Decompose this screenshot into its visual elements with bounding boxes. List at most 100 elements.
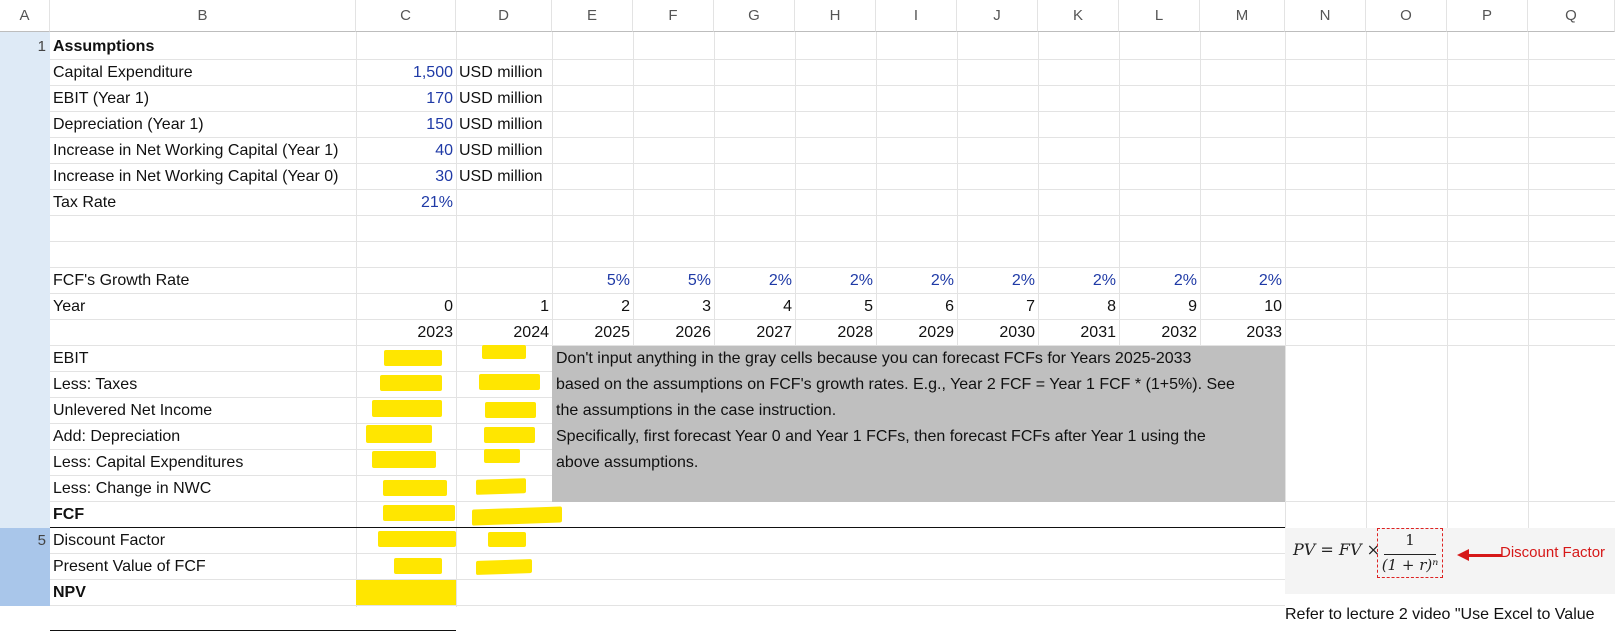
fcf-row-label[interactable]: Discount Factor <box>50 528 356 554</box>
assumption-unit[interactable]: USD million <box>456 164 552 190</box>
fcf-row-label[interactable]: Less: Taxes <box>50 372 356 398</box>
calendar-year-cell[interactable]: 2028 <box>795 320 876 346</box>
year-index-cell[interactable]: 5 <box>795 294 876 320</box>
highlight-mark[interactable] <box>488 532 526 547</box>
calendar-year-cell[interactable]: 2026 <box>633 320 714 346</box>
refer-lecture-text[interactable]: Refer to lecture 2 video "Use Excel to V… <box>1285 606 1595 624</box>
assumption-value[interactable]: 150 <box>356 112 456 138</box>
growth-rate-cell[interactable]: 2% <box>1200 268 1285 294</box>
col-header-A[interactable]: A <box>0 0 50 32</box>
col-header-D[interactable]: D <box>456 0 552 32</box>
assumption-value[interactable]: 21% <box>356 190 456 216</box>
highlight-mark[interactable] <box>380 375 442 391</box>
fcf-row-label[interactable]: Unlevered Net Income <box>50 398 356 424</box>
year-index-cell[interactable]: 8 <box>1038 294 1119 320</box>
calendar-year-cell[interactable]: 2029 <box>876 320 957 346</box>
growth-rate-cell[interactable]: 5% <box>633 268 714 294</box>
year-index-cell[interactable]: 9 <box>1119 294 1200 320</box>
highlight-mark[interactable] <box>378 531 456 547</box>
assumption-value[interactable]: 1,500 <box>356 60 456 86</box>
assumption-label[interactable]: Capital Expenditure <box>50 60 356 86</box>
assumption-unit[interactable]: USD million <box>456 112 552 138</box>
assumption-label[interactable]: EBIT (Year 1) <box>50 86 356 112</box>
highlight-mark[interactable] <box>476 559 532 575</box>
growth-rate-cell[interactable]: 2% <box>1119 268 1200 294</box>
calendar-year-cell[interactable]: 2025 <box>552 320 633 346</box>
col-header-J[interactable]: J <box>957 0 1038 32</box>
year-index-cell[interactable]: 0 <box>356 294 456 320</box>
highlight-mark[interactable] <box>485 402 536 418</box>
col-header-P[interactable]: P <box>1447 0 1528 32</box>
col-header-B[interactable]: B <box>50 0 356 32</box>
growth-rate-label[interactable]: FCF's Growth Rate <box>50 268 356 294</box>
year-index-cell[interactable]: 4 <box>714 294 795 320</box>
calendar-year-cell[interactable]: 2024 <box>456 320 552 346</box>
calendar-year-cell[interactable]: 2031 <box>1038 320 1119 346</box>
highlight-mark[interactable] <box>484 427 535 443</box>
assumption-value[interactable]: 40 <box>356 138 456 164</box>
assumption-value[interactable]: 170 <box>356 86 456 112</box>
col-header-M[interactable]: M <box>1200 0 1285 32</box>
year-index-cell[interactable]: 2 <box>552 294 633 320</box>
col-header-C[interactable]: C <box>356 0 456 32</box>
highlight-mark[interactable] <box>384 350 442 366</box>
fcf-row-label[interactable]: FCF <box>50 502 356 528</box>
highlight-mark[interactable] <box>372 400 442 417</box>
assumption-label[interactable]: Increase in Net Working Capital (Year 1) <box>50 138 356 164</box>
row-header-5[interactable]: 5 <box>0 528 50 554</box>
year-index-cell[interactable]: 3 <box>633 294 714 320</box>
col-header-H[interactable]: H <box>795 0 876 32</box>
col-header-E[interactable]: E <box>552 0 633 32</box>
col-header-I[interactable]: I <box>876 0 957 32</box>
growth-rate-cell[interactable]: 5% <box>552 268 633 294</box>
fcf-row-label[interactable]: Add: Depreciation <box>50 424 356 450</box>
assumption-label[interactable]: Tax Rate <box>50 190 356 216</box>
fcf-row-label[interactable]: EBIT <box>50 346 356 372</box>
calendar-year-cell[interactable]: 2030 <box>957 320 1038 346</box>
npv-input-cell[interactable] <box>356 580 456 605</box>
highlight-mark[interactable] <box>383 480 447 496</box>
row-header-1[interactable]: 1 <box>0 34 50 60</box>
calendar-year-cell[interactable]: 2032 <box>1119 320 1200 346</box>
growth-rate-cell[interactable]: 2% <box>957 268 1038 294</box>
year-index-cell[interactable]: 10 <box>1200 294 1285 320</box>
fcf-row-label[interactable]: NPV <box>50 580 356 606</box>
formula-image[interactable] <box>1285 528 1615 594</box>
highlight-mark[interactable] <box>476 478 526 495</box>
growth-rate-cell[interactable]: 2% <box>876 268 957 294</box>
highlight-mark[interactable] <box>482 345 526 359</box>
assumption-unit[interactable]: USD million <box>456 138 552 164</box>
col-header-G[interactable]: G <box>714 0 795 32</box>
col-header-L[interactable]: L <box>1119 0 1200 32</box>
highlight-mark[interactable] <box>394 558 442 574</box>
highlight-mark[interactable] <box>372 451 436 468</box>
col-header-F[interactable]: F <box>633 0 714 32</box>
year-index-cell[interactable]: 7 <box>957 294 1038 320</box>
highlight-mark[interactable] <box>366 425 432 443</box>
assumption-unit[interactable]: USD million <box>456 86 552 112</box>
year-index-cell[interactable]: 1 <box>456 294 552 320</box>
calendar-year-cell[interactable]: 2023 <box>356 320 456 346</box>
col-header-O[interactable]: O <box>1366 0 1447 32</box>
col-header-K[interactable]: K <box>1038 0 1119 32</box>
assumption-value[interactable]: 30 <box>356 164 456 190</box>
fcf-row-label[interactable]: Less: Capital Expenditures <box>50 450 356 476</box>
row-header-strip[interactable] <box>0 32 50 602</box>
highlight-mark[interactable] <box>472 506 562 526</box>
fcf-row-label[interactable]: Present Value of FCF <box>50 554 356 580</box>
growth-rate-cell[interactable]: 2% <box>1038 268 1119 294</box>
col-header-N[interactable]: N <box>1285 0 1366 32</box>
fcf-row-label[interactable]: Less: Change in NWC <box>50 476 356 502</box>
col-header-Q[interactable]: Q <box>1528 0 1615 32</box>
highlight-mark[interactable] <box>484 449 520 463</box>
year-label[interactable]: Year <box>50 294 356 320</box>
highlight-mark[interactable] <box>479 374 540 390</box>
year-index-cell[interactable]: 6 <box>876 294 957 320</box>
growth-rate-cell[interactable]: 2% <box>714 268 795 294</box>
growth-rate-cell[interactable]: 2% <box>795 268 876 294</box>
assumption-unit[interactable]: USD million <box>456 60 552 86</box>
assumption-label[interactable]: Depreciation (Year 1) <box>50 112 356 138</box>
highlight-mark[interactable] <box>383 505 455 521</box>
calendar-year-cell[interactable]: 2027 <box>714 320 795 346</box>
calendar-year-cell[interactable]: 2033 <box>1200 320 1285 346</box>
